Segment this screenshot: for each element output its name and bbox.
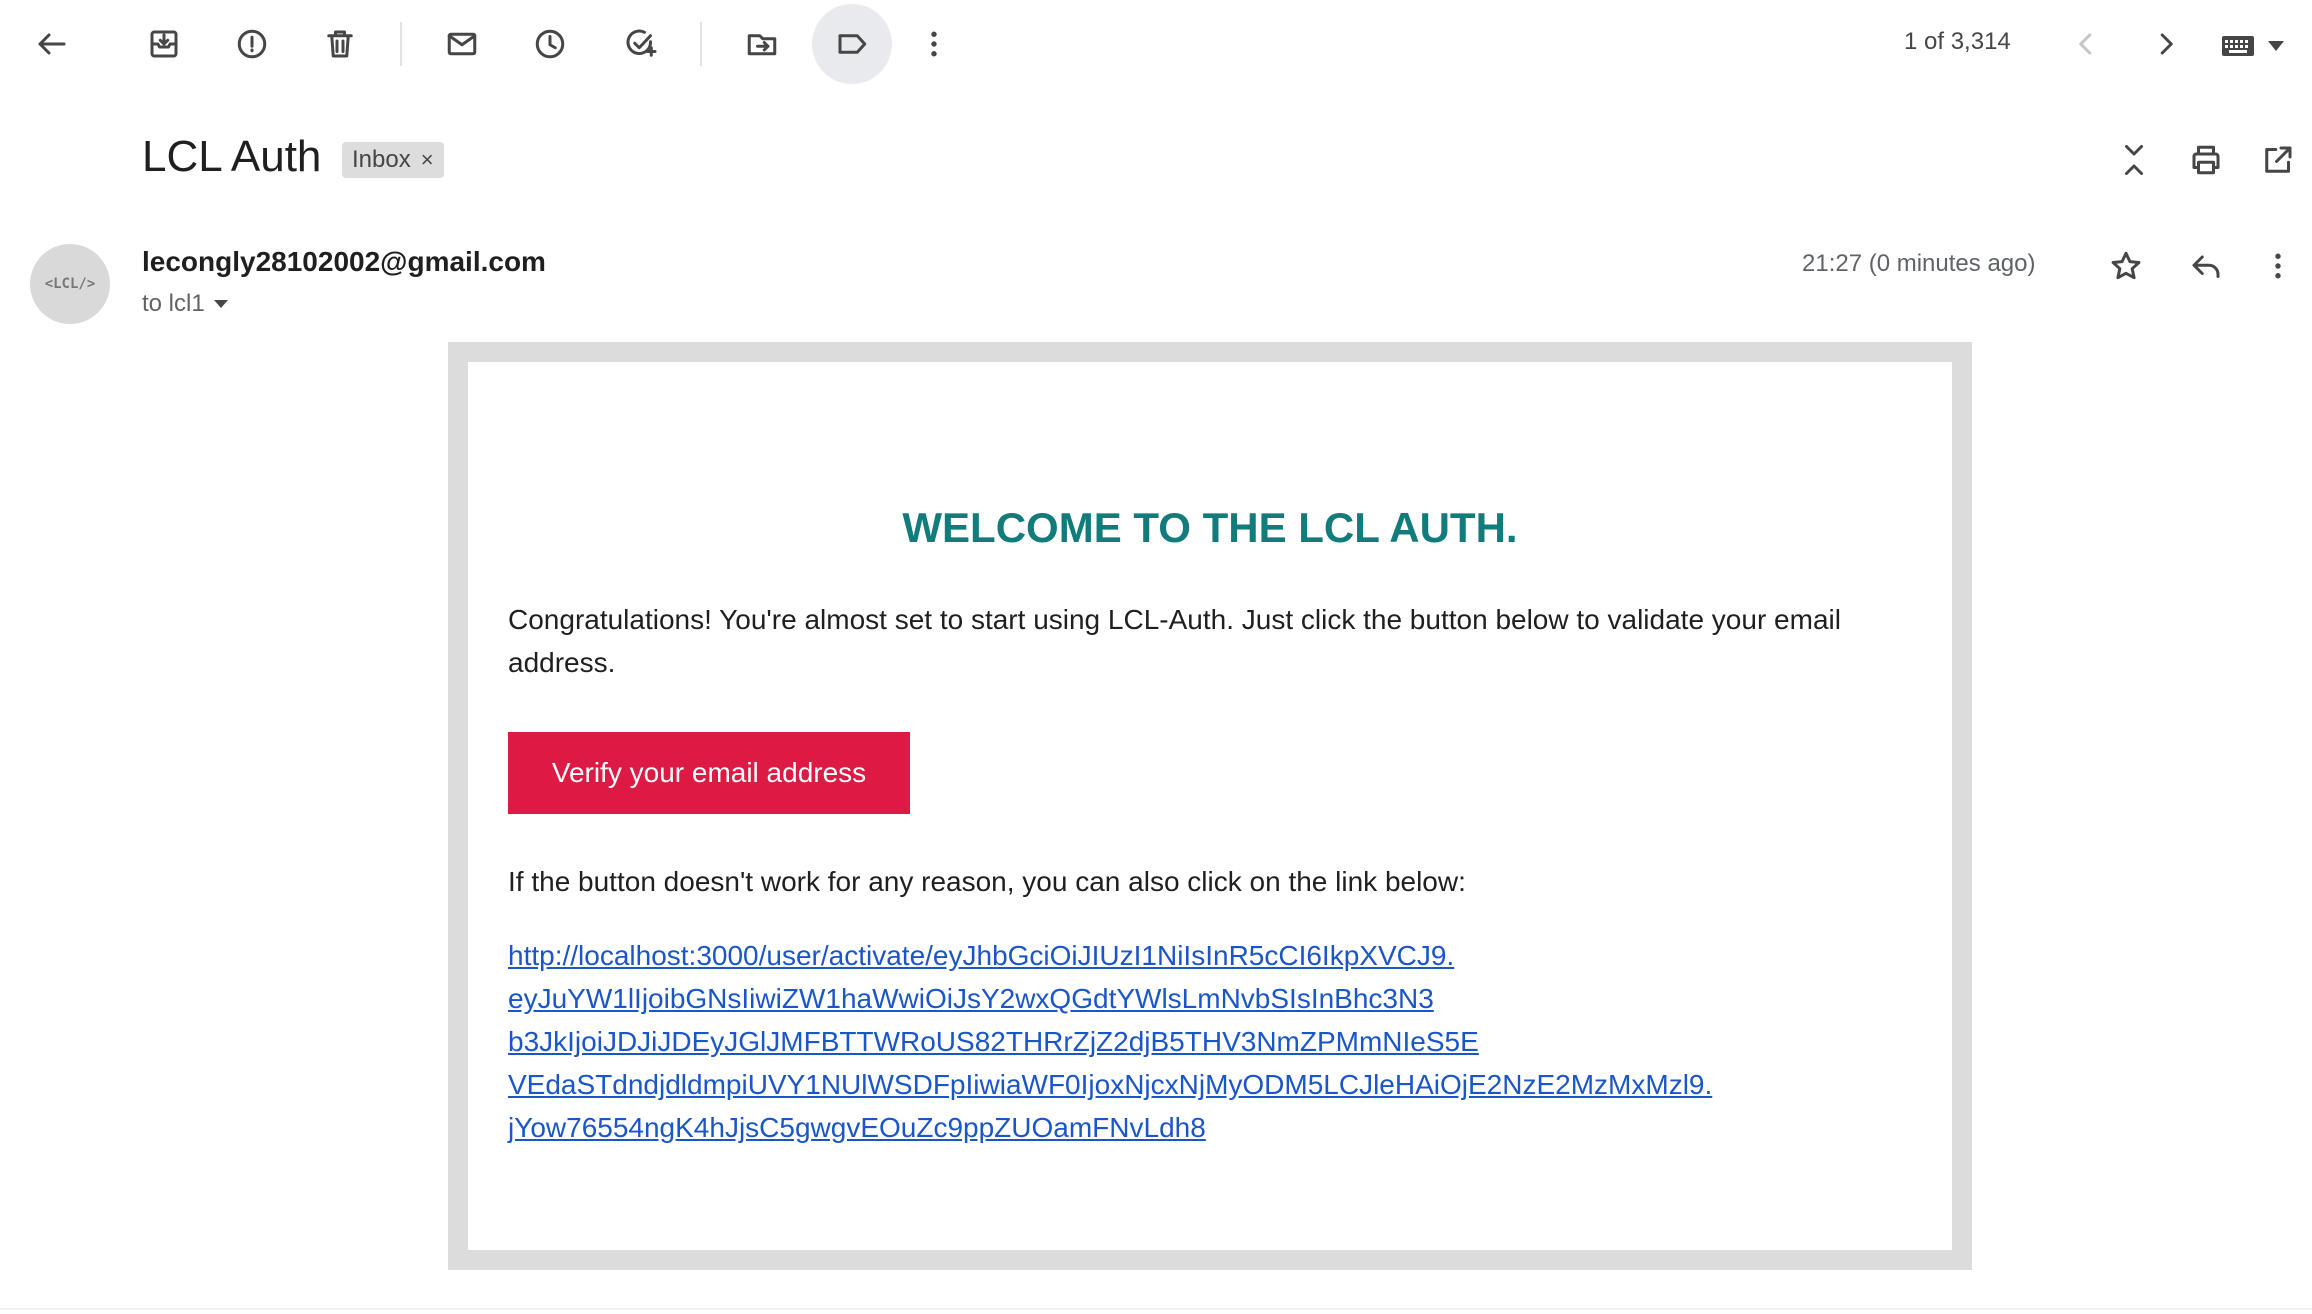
- avatar: <LCL/>: [30, 244, 110, 324]
- sender-email[interactable]: lecongly28102002@gmail.com: [142, 246, 546, 278]
- label-chip-text: Inbox: [352, 146, 411, 173]
- labels-button[interactable]: [812, 4, 892, 84]
- mark-unread-button[interactable]: [422, 4, 502, 84]
- toolbar-divider: [400, 22, 402, 66]
- mail-icon: [447, 32, 477, 56]
- toolbar-divider: [700, 22, 702, 66]
- archive-icon: [150, 30, 178, 58]
- bottom-divider: [0, 1308, 2312, 1310]
- caret-down-icon: [2268, 41, 2284, 51]
- back-arrow-icon: [38, 33, 66, 55]
- intro-paragraph: Congratulations! You're almost set to st…: [508, 598, 1908, 684]
- activation-link[interactable]: http://localhost:3000/user/activate/eyJh…: [508, 934, 1712, 1149]
- recipient-details-toggle[interactable]: to lcl1: [142, 290, 229, 318]
- more-options-button[interactable]: [894, 4, 974, 84]
- move-to-button[interactable]: [722, 4, 802, 84]
- verify-email-button[interactable]: Verify your email address: [508, 732, 910, 814]
- open-in-new-icon: [2265, 146, 2292, 173]
- report-spam-button[interactable]: [212, 4, 292, 84]
- collapse-all-icon: [2125, 145, 2143, 175]
- reply-button[interactable]: [2166, 226, 2246, 306]
- star-icon: [2111, 251, 2141, 280]
- inbox-label-chip: Inbox ×: [342, 142, 444, 178]
- email-timestamp: 21:27 (0 minutes ago): [1802, 250, 2036, 277]
- remove-label-button[interactable]: ×: [421, 147, 434, 173]
- email-subject: LCL Auth: [142, 132, 322, 181]
- pager-count: 1 of 3,314: [1904, 28, 2011, 55]
- add-task-icon: [626, 29, 657, 57]
- activation-link-line[interactable]: b3JkIjoiJDJiJDEyJGlJMFBTTWRoUS82THRrZjZ2…: [508, 1020, 1712, 1063]
- newer-button[interactable]: [2046, 4, 2126, 84]
- print-icon: [2192, 145, 2220, 175]
- archive-button[interactable]: [124, 4, 204, 84]
- collapse-all-button[interactable]: [2094, 120, 2174, 200]
- intro-line: Congratulations! You're almost set to st…: [508, 604, 1841, 635]
- fallback-text: If the button doesn't work for any reaso…: [508, 866, 1466, 897]
- clock-icon: [535, 29, 565, 59]
- move-to-folder-icon: [747, 34, 777, 56]
- reply-icon: [2192, 255, 2220, 278]
- caret-down-icon: [213, 300, 228, 308]
- welcome-heading: WELCOME TO THE LCL AUTH.: [902, 504, 1518, 551]
- more-vert-icon: [2275, 253, 2281, 279]
- email-body-card: WELCOME TO THE LCL AUTH. Congratulations…: [468, 362, 1952, 1250]
- message-more-button[interactable]: [2238, 226, 2312, 306]
- activation-link-line[interactable]: jYow76554ngK4hJjsC5gwgvEOuZc9ppZUOamFNvL…: [508, 1106, 1712, 1149]
- back-button[interactable]: [12, 4, 92, 84]
- more-vert-icon: [931, 31, 937, 57]
- snooze-button[interactable]: [510, 4, 590, 84]
- intro-line: address.: [508, 647, 616, 678]
- label-icon: [838, 34, 867, 54]
- chevron-right-icon: [2160, 33, 2173, 55]
- star-button[interactable]: [2086, 226, 2166, 306]
- print-all-button[interactable]: [2166, 120, 2246, 200]
- chevron-left-icon: [2079, 33, 2092, 55]
- add-to-tasks-button[interactable]: [600, 4, 680, 84]
- trash-icon: [327, 30, 353, 58]
- older-button[interactable]: [2126, 4, 2206, 84]
- input-tools-button[interactable]: [2222, 34, 2298, 58]
- activation-link-line[interactable]: VEdaSTdndjdldmpiUVY1NUlWSDFpIiwiaWF0Ijox…: [508, 1063, 1712, 1106]
- keyboard-icon: [2222, 36, 2254, 56]
- report-spam-icon: [237, 29, 267, 59]
- open-in-new-window-button[interactable]: [2238, 120, 2312, 200]
- delete-button[interactable]: [300, 4, 380, 84]
- recipient-text: to lcl1: [142, 290, 205, 317]
- activation-link-line[interactable]: eyJuYW1lIjoibGNsIiwiZW1haWwiOiJsY2wxQGdt…: [508, 977, 1712, 1020]
- activation-link-line[interactable]: http://localhost:3000/user/activate/eyJh…: [508, 934, 1712, 977]
